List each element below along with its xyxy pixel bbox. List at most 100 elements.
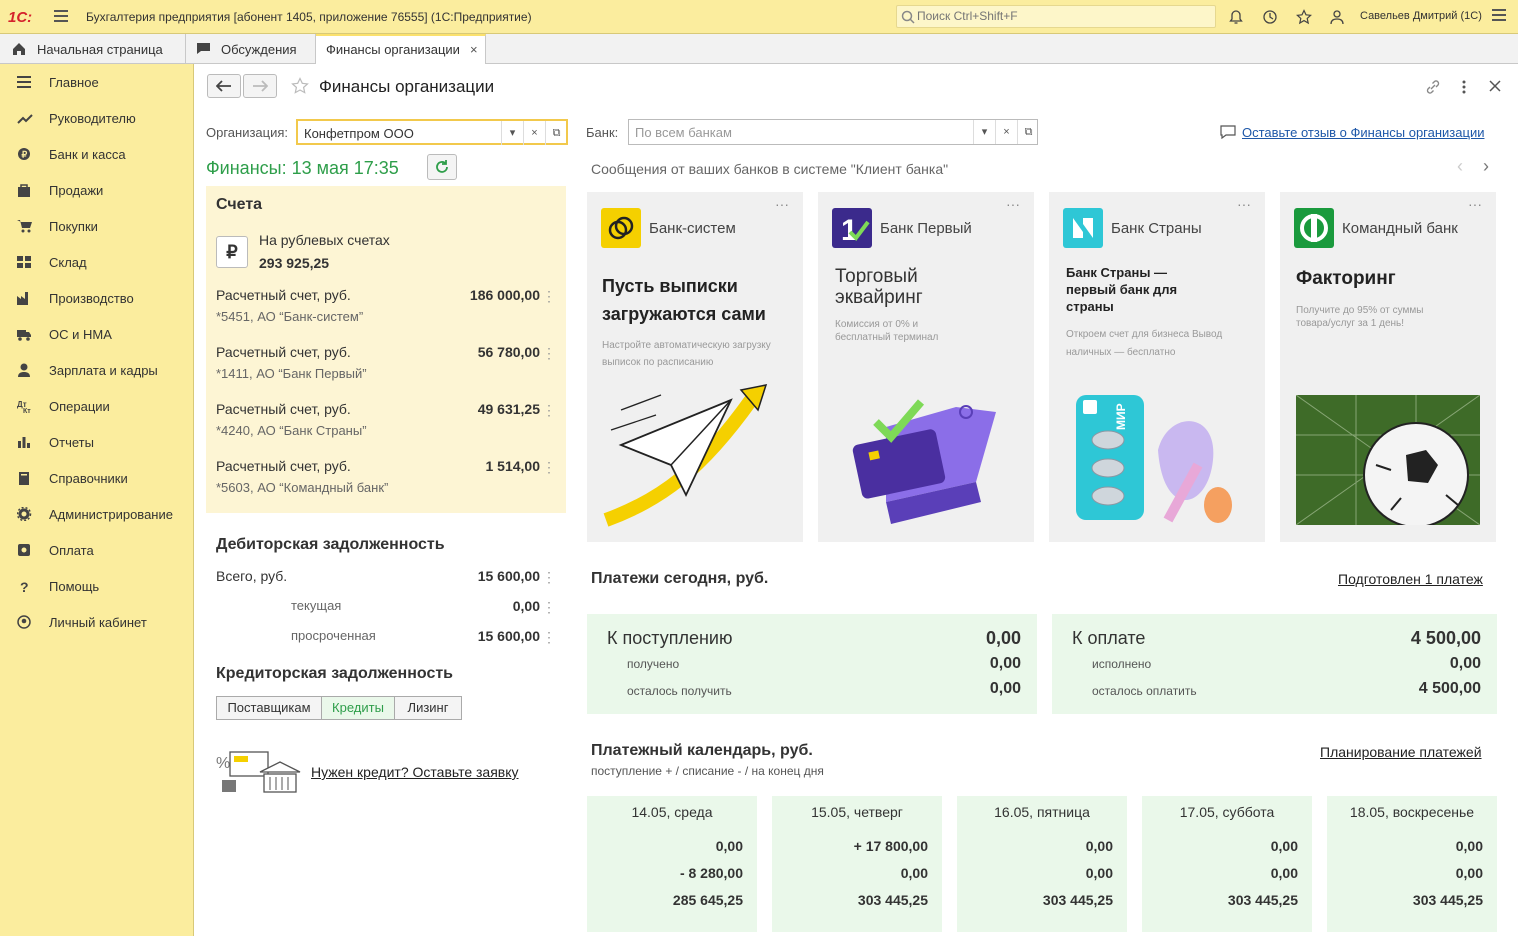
menu-icon xyxy=(17,76,31,88)
more-icon[interactable]: ⋮ xyxy=(542,569,556,586)
history-icon[interactable] xyxy=(1262,9,1278,25)
bank-banner[interactable]: Банк Страны ··· Банк Страны — первый банк… xyxy=(1049,192,1265,542)
more-icon[interactable]: ⋮ xyxy=(542,599,556,616)
receivables-row[interactable]: текущая 0,00 ⋮ xyxy=(216,598,556,616)
tab-discussions[interactable]: Обсуждения xyxy=(186,34,316,64)
close-page-icon[interactable] xyxy=(1489,80,1501,92)
segment-suppliers[interactable]: Поставщикам xyxy=(216,696,322,720)
menu-icon[interactable] xyxy=(1492,9,1506,21)
credit-request-link[interactable]: Нужен кредит? Оставьте заявку xyxy=(311,764,519,780)
sidebar-item-help[interactable]: ? Помощь xyxy=(0,568,194,604)
gear-icon xyxy=(17,507,32,521)
tab-home[interactable]: Начальная страница xyxy=(0,34,186,64)
calendar-day[interactable]: 18.05, воскресенье 0,00 0,00 303 445,25 xyxy=(1327,796,1497,932)
sidebar-item-label: Продажи xyxy=(49,183,104,198)
sidebar-item-assets[interactable]: ОС и НМА xyxy=(0,316,194,352)
feedback-link[interactable]: Оставьте отзыв о Финансы организации xyxy=(1242,125,1484,140)
sidebar-item-bank[interactable]: ₽ Банк и касса xyxy=(0,136,194,172)
banner-headline: Банк Страны — первый банк для страны xyxy=(1066,265,1178,314)
bank-banner[interactable]: 1 Банк Первый ··· Торговый эквайринг Коми… xyxy=(818,192,1034,542)
open-icon[interactable]: ⧉ xyxy=(545,121,567,145)
tab-finances[interactable]: Финансы организации × xyxy=(316,34,486,65)
segment-credits[interactable]: Кредиты xyxy=(321,696,395,720)
more-icon[interactable]: ··· xyxy=(1468,196,1482,212)
sidebar-item-label: Администрирование xyxy=(49,507,173,522)
bank-banner[interactable]: Командный банк ··· Факторинг Получите до … xyxy=(1280,192,1496,542)
star-icon[interactable] xyxy=(1296,9,1312,25)
sidebar-item-label: Зарплата и кадры xyxy=(49,363,158,378)
more-icon[interactable]: ⋮ xyxy=(542,345,556,362)
calendar-day[interactable]: 14.05, среда 0,00 - 8 280,00 285 645,25 xyxy=(587,796,757,932)
favorite-star-icon[interactable] xyxy=(291,77,309,95)
account-row[interactable]: Расчетный счет, руб. *5603, АО “Командный… xyxy=(216,458,556,495)
more-icon[interactable] xyxy=(1461,79,1467,95)
payables-title: Кредиторская задолженность xyxy=(216,665,454,682)
global-search[interactable] xyxy=(896,5,1216,28)
back-button[interactable] xyxy=(207,74,241,98)
hamburger-icon[interactable] xyxy=(54,10,68,22)
users-icon[interactable] xyxy=(1330,9,1348,25)
bell-icon[interactable] xyxy=(1228,9,1244,25)
refresh-button[interactable] xyxy=(427,154,457,180)
day-label: 17.05, суббота xyxy=(1179,804,1275,820)
sidebar-item-account[interactable]: Личный кабинет xyxy=(0,604,194,640)
sidebar-item-payment[interactable]: Оплата xyxy=(0,532,194,568)
receivables-row[interactable]: Всего, руб. 15 600,00 ⋮ xyxy=(216,568,556,586)
incoming-box[interactable]: К поступлению 0,00 получено 0,00 осталос… xyxy=(587,614,1037,714)
sidebar-item-sales[interactable]: Продажи xyxy=(0,172,194,208)
row-value: 0,00 xyxy=(512,598,540,614)
more-icon[interactable]: ⋮ xyxy=(542,288,556,305)
bank-label: Банк: xyxy=(586,125,619,140)
forward-button[interactable] xyxy=(243,74,277,98)
sidebar-item-warehouse[interactable]: Склад xyxy=(0,244,194,280)
calendar-day[interactable]: 15.05, четверг + 17 800,00 0,00 303 445,25 xyxy=(772,796,942,932)
more-icon[interactable]: ··· xyxy=(775,196,789,212)
sidebar-item-admin[interactable]: Администрирование xyxy=(0,496,194,532)
more-icon[interactable]: ··· xyxy=(1237,196,1251,212)
open-icon[interactable]: ⧉ xyxy=(1017,120,1039,144)
outgoing-box[interactable]: К оплате 4 500,00 исполнено 0,00 осталос… xyxy=(1052,614,1497,714)
chevron-right-icon[interactable]: › xyxy=(1483,156,1489,177)
account-row[interactable]: Расчетный счет, руб. *4240, АО “Банк Стра… xyxy=(216,401,556,438)
sidebar-item-reports[interactable]: Отчеты xyxy=(0,424,194,460)
day-label: 18.05, воскресенье xyxy=(1349,804,1475,820)
sidebar-item-main[interactable]: Главное xyxy=(0,64,194,100)
chevron-left-icon[interactable]: ‹ xyxy=(1457,156,1463,177)
org-value: Конфетпром ООО xyxy=(304,126,414,141)
sidebar-item-purchases[interactable]: Покупки xyxy=(0,208,194,244)
link-icon[interactable] xyxy=(1425,79,1441,95)
day-income: 0,00 xyxy=(1270,838,1298,854)
sidebar-item-catalogs[interactable]: Справочники xyxy=(0,460,194,496)
more-icon[interactable]: ··· xyxy=(1006,196,1020,212)
sidebar: Главное Руководителю ₽ Банк и касса Прода… xyxy=(0,64,194,936)
dropdown-icon[interactable]: ▾ xyxy=(501,121,523,145)
day-outcome: 0,00 xyxy=(900,865,928,881)
bank-select[interactable]: По всем банкам ▾ × ⧉ xyxy=(628,119,1038,145)
payment-planning-link[interactable]: Планирование платежей xyxy=(1320,744,1482,760)
clear-icon[interactable]: × xyxy=(995,120,1017,144)
sidebar-item-production[interactable]: Производство xyxy=(0,280,194,316)
more-icon[interactable]: ⋮ xyxy=(542,629,556,646)
sidebar-item-operations[interactable]: Дт Кт Операции xyxy=(0,388,194,424)
calendar-day[interactable]: 17.05, суббота 0,00 0,00 303 445,25 xyxy=(1142,796,1312,932)
dropdown-icon[interactable]: ▾ xyxy=(973,120,995,144)
prepared-payments-link[interactable]: Подготовлен 1 платеж xyxy=(1338,571,1483,587)
receivables-row[interactable]: просроченная 15 600,00 ⋮ xyxy=(216,628,556,646)
close-icon[interactable]: × xyxy=(470,42,478,57)
search-input[interactable] xyxy=(917,9,1207,23)
more-icon[interactable]: ⋮ xyxy=(542,459,556,476)
bank-banner[interactable]: Банк-систем ··· Пусть выписки загружаются… xyxy=(587,192,803,542)
sidebar-item-salary[interactable]: Зарплата и кадры xyxy=(0,352,194,388)
calendar-day[interactable]: 16.05, пятница 0,00 0,00 303 445,25 xyxy=(957,796,1127,932)
account-amount: 1 514,00 xyxy=(485,458,541,474)
account-row[interactable]: Расчетный счет, руб. *5451, АО “Банк-сист… xyxy=(216,287,556,324)
bank-logo-icon: 1 xyxy=(832,208,872,248)
org-select[interactable]: Конфетпром ООО ▾ × ⧉ xyxy=(296,119,568,145)
segment-leasing[interactable]: Лизинг xyxy=(394,696,462,720)
account-row[interactable]: Расчетный счет, руб. *1411, АО “Банк Перв… xyxy=(216,344,556,381)
sidebar-item-manager[interactable]: Руководителю xyxy=(0,100,194,136)
clear-icon[interactable]: × xyxy=(523,121,545,145)
more-icon[interactable]: ⋮ xyxy=(542,402,556,419)
user-name[interactable]: Савельев Дмитрий (1С) xyxy=(1360,10,1482,22)
row-label: текущая xyxy=(291,598,342,613)
